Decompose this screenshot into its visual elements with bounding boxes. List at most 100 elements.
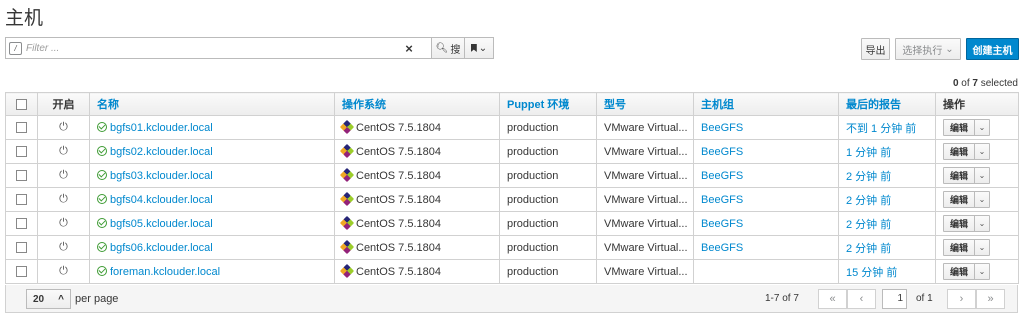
per-page-value: 20 [33,293,45,305]
last-page-button[interactable]: » [976,289,1005,309]
chevron-down-icon[interactable]: ⌄ [974,240,989,255]
edit-button[interactable]: 编辑 [944,192,974,207]
last-report-link[interactable]: 2 分钟 前 [846,243,891,255]
create-host-button[interactable]: 创建主机 [966,38,1019,60]
hostgroup-cell: BeeGFS [693,139,839,164]
row-checkbox[interactable] [16,194,27,206]
bookmark-dropdown-button[interactable]: ⌄ [464,38,493,58]
edit-button[interactable]: 编辑 [944,216,974,231]
table-row: ⏻ bgfs04.kclouder.local CentOS 7.5.1804 pro… [5,187,1019,212]
next-page-button[interactable]: › [947,289,976,309]
edit-button-group: 编辑 ⌄ [943,167,991,184]
chevron-down-icon[interactable]: ⌄ [974,264,989,279]
edit-button[interactable]: 编辑 [944,264,974,279]
last-report-link[interactable]: 2 分钟 前 [846,171,891,183]
row-checkbox[interactable] [16,266,27,278]
column-header-hostgroup[interactable]: 主机组 [693,92,839,116]
chevron-down-icon[interactable]: ⌄ [974,216,989,231]
row-checkbox-cell [5,163,38,188]
of-text: of [958,78,973,89]
hostgroup-cell: BeeGFS [693,235,839,260]
column-header-last-report[interactable]: 最后的报告 [838,92,936,116]
actions-cell: 编辑 ⌄ [935,139,1019,164]
column-header-actions: 操作 [935,92,1019,116]
last-report-link[interactable]: 15 分钟 前 [846,267,897,279]
status-ok-icon [97,265,107,276]
selected-count: 0 of 7 selected [953,78,1018,89]
os-cell: CentOS 7.5.1804 [334,235,500,260]
host-name-link[interactable]: bgfs05.kclouder.local [110,218,213,230]
environment-cell: production [499,235,597,260]
row-checkbox[interactable] [16,170,27,182]
hostgroup-link[interactable]: BeeGFS [701,122,743,134]
os-cell: CentOS 7.5.1804 [334,259,500,284]
row-checkbox-cell [5,235,38,260]
first-page-button[interactable]: « [818,289,847,309]
last-report-link[interactable]: 2 分钟 前 [846,219,891,231]
table-row: ⏻ bgfs06.kclouder.local CentOS 7.5.1804 pro… [5,235,1019,260]
table-row: ⏻ bgfs03.kclouder.local CentOS 7.5.1804 pro… [5,163,1019,188]
chevron-down-icon[interactable]: ⌄ [974,120,989,135]
last-report-link[interactable]: 不到 1 分钟 前 [846,123,916,135]
hostgroup-cell: BeeGFS [693,163,839,188]
per-page-select[interactable]: 20 ^ [26,289,71,309]
name-cell: bgfs05.kclouder.local [89,211,335,236]
select-action-button[interactable]: 选择执行 ⌄ [895,38,961,60]
column-header-name[interactable]: 名称 [89,92,335,116]
page-count: of 1 [916,293,933,304]
power-cell: ⏻ [37,211,90,236]
hostgroup-link[interactable]: BeeGFS [701,218,743,230]
centos-icon [339,239,355,254]
host-name-link[interactable]: bgfs02.kclouder.local [110,146,213,158]
host-name-link[interactable]: bgfs06.kclouder.local [110,242,213,254]
select-all-checkbox[interactable] [16,98,27,110]
power-cell: ⏻ [37,139,90,164]
last-report-cell: 1 分钟 前 [838,139,936,164]
os-cell: CentOS 7.5.1804 [334,139,500,164]
row-checkbox-cell [5,259,38,284]
edit-button[interactable]: 编辑 [944,240,974,255]
clear-icon[interactable]: × [399,41,419,56]
export-button[interactable]: 导出 [861,38,890,60]
status-ok-icon [97,121,107,132]
host-name-link[interactable]: bgfs03.kclouder.local [110,170,213,182]
table-row: ⏻ bgfs01.kclouder.local CentOS 7.5.1804 pro… [5,115,1019,140]
column-header-environment[interactable]: Puppet 环境 [499,92,597,116]
hostgroup-link[interactable]: BeeGFS [701,194,743,206]
row-checkbox[interactable] [16,218,27,230]
search-button[interactable]: 🔍︎ 搜 [431,38,464,58]
previous-page-button[interactable]: ‹ [847,289,876,309]
hostgroup-link[interactable]: BeeGFS [701,146,743,158]
os-name: CentOS 7.5.1804 [356,265,442,278]
column-header-model[interactable]: 型号 [596,92,694,116]
row-checkbox-cell [5,115,38,140]
hostgroup-link[interactable]: BeeGFS [701,242,743,254]
row-checkbox[interactable] [16,146,27,158]
search-input[interactable] [22,39,399,57]
column-header-os[interactable]: 操作系统 [334,92,500,116]
model-cell: VMware Virtual... [596,163,694,188]
power-icon: ⏻ [59,121,68,133]
os-cell: CentOS 7.5.1804 [334,163,500,188]
edit-button[interactable]: 编辑 [944,120,974,135]
host-name-link[interactable]: foreman.kclouder.local [110,266,220,278]
edit-button[interactable]: 编辑 [944,168,974,183]
chevron-down-icon[interactable]: ⌄ [974,192,989,207]
row-checkbox[interactable] [16,242,27,254]
chevron-up-icon: ^ [58,293,64,305]
host-name-link[interactable]: bgfs04.kclouder.local [110,194,213,206]
power-icon: ⏻ [59,169,68,181]
row-checkbox[interactable] [16,122,27,134]
edit-button-group: 编辑 ⌄ [943,143,991,160]
edit-button[interactable]: 编辑 [944,144,974,159]
host-name-link[interactable]: bgfs01.kclouder.local [110,122,213,134]
hostgroup-link[interactable]: BeeGFS [701,170,743,182]
table-row: ⏻ bgfs05.kclouder.local CentOS 7.5.1804 pro… [5,211,1019,236]
page-number-input[interactable]: 1 [882,289,907,309]
os-cell: CentOS 7.5.1804 [334,211,500,236]
chevron-down-icon[interactable]: ⌄ [974,144,989,159]
search-button-label: 搜 [450,44,461,56]
last-report-link[interactable]: 2 分钟 前 [846,195,891,207]
last-report-link[interactable]: 1 分钟 前 [846,147,891,159]
chevron-down-icon[interactable]: ⌄ [974,168,989,183]
